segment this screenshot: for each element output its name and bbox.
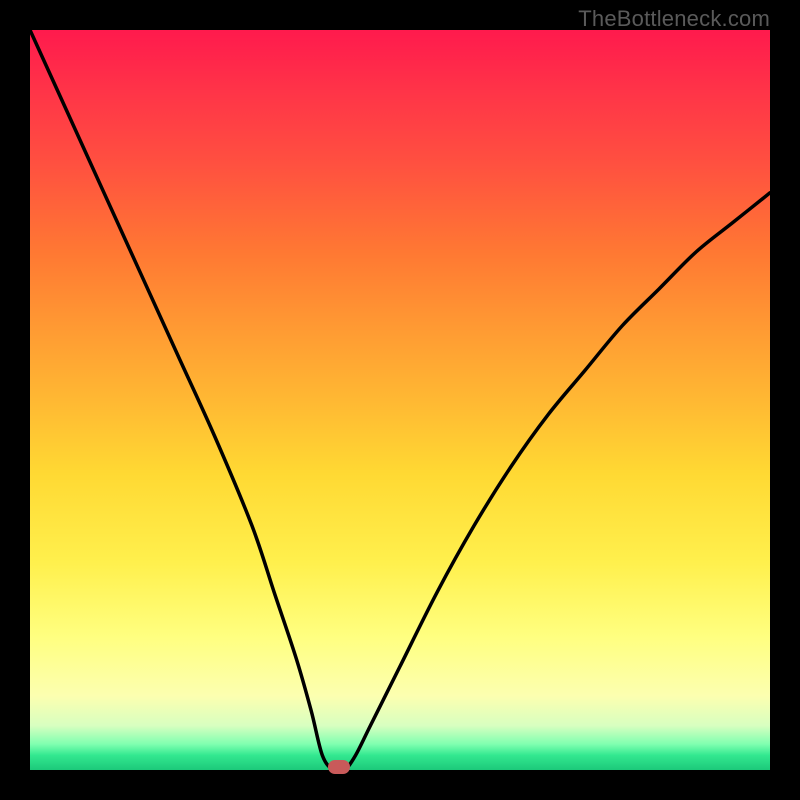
optimal-point-marker	[328, 760, 350, 774]
chart-frame: TheBottleneck.com	[0, 0, 800, 800]
watermark-text: TheBottleneck.com	[578, 6, 770, 32]
bottleneck-curve	[30, 30, 770, 770]
plot-area	[30, 30, 770, 770]
